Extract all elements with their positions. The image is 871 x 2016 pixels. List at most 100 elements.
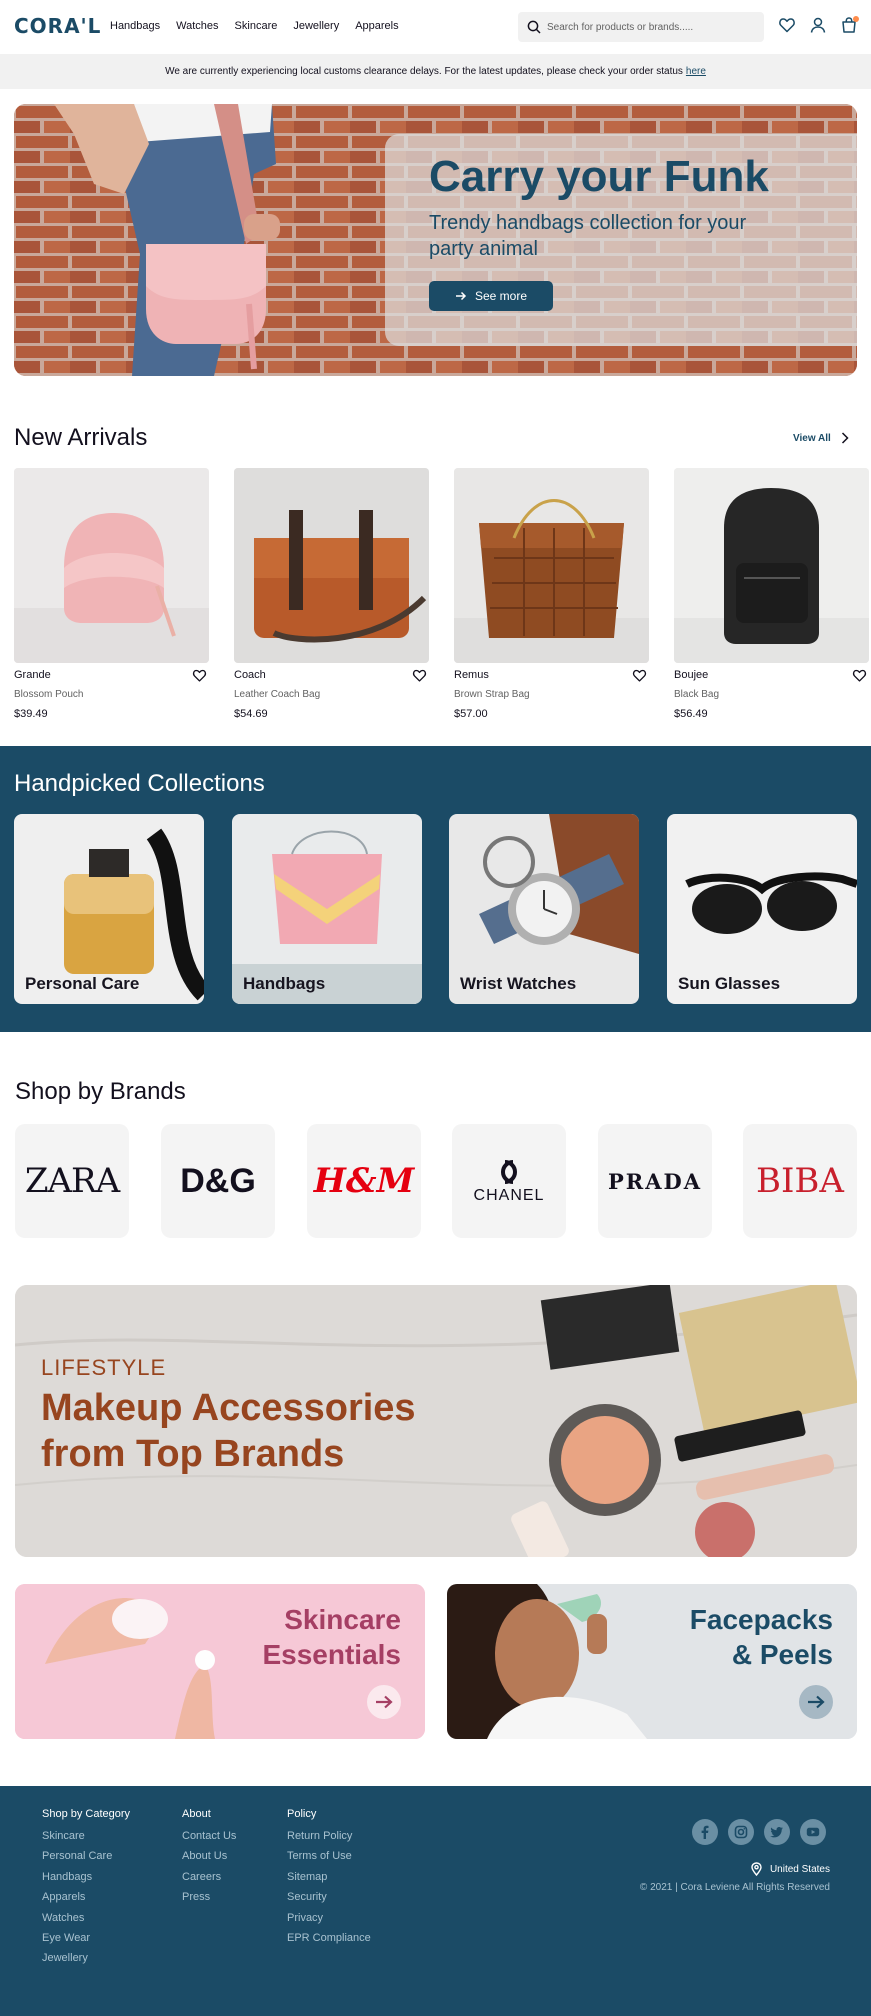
cart-badge [853, 16, 859, 22]
brand-logo: D&G [180, 1161, 256, 1200]
country-selector[interactable]: United States [751, 1862, 830, 1876]
see-more-label: See more [474, 289, 528, 303]
site-footer: Shop by Category Skincare Personal Care … [0, 1786, 871, 2016]
promo-title: Skincare Essentials [262, 1602, 401, 1672]
main-nav: Handbags Watches Skincare Jewellery Appa… [110, 20, 399, 32]
footer-link[interactable]: About Us [182, 1850, 236, 1870]
bag-icon[interactable] [840, 16, 859, 34]
instagram-icon[interactable] [728, 1819, 754, 1845]
product-name: Grande [14, 669, 51, 681]
product-description: Brown Strap Bag [454, 689, 530, 700]
search-input[interactable] [547, 21, 747, 33]
brand-logo: BIBA [756, 1161, 844, 1201]
brand-dg[interactable]: D&G [161, 1124, 275, 1238]
promo-title: Facepacks & Peels [690, 1602, 833, 1672]
view-all-label: View All [793, 432, 831, 444]
heart-icon[interactable] [632, 668, 647, 683]
footer-link[interactable]: Privacy [287, 1912, 371, 1932]
brand-logo-chanel: CHANEL [474, 1157, 545, 1205]
footer-column-category: Shop by Category Skincare Personal Care … [42, 1808, 130, 1973]
brand-chanel[interactable]: CHANEL [452, 1124, 566, 1238]
product-card[interactable]: Boujee Black Bag $56.49 [674, 468, 869, 720]
notice-bar: We are currently experiencing local cust… [0, 54, 871, 89]
footer-link[interactable]: Contact Us [182, 1830, 236, 1850]
footer-link[interactable]: Security [287, 1891, 371, 1911]
hero-title: Carry your Funk [429, 152, 769, 201]
product-image[interactable] [234, 468, 429, 663]
footer-link[interactable]: EPR Compliance [287, 1932, 371, 1952]
footer-link[interactable]: Press [182, 1891, 236, 1911]
footer-link[interactable]: Jewellery [42, 1952, 130, 1972]
brand-zara[interactable]: ZARA [15, 1124, 129, 1238]
brand-prada[interactable]: PRADA [598, 1124, 712, 1238]
notice-link[interactable]: here [686, 66, 706, 77]
search-icon [527, 20, 541, 34]
product-card[interactable]: Coach Leather Coach Bag $54.69 [234, 468, 429, 720]
footer-link[interactable]: Watches [42, 1912, 130, 1932]
brand-logo: PRADA [607, 1168, 703, 1194]
see-more-button[interactable]: See more [429, 281, 553, 311]
heart-icon[interactable] [192, 668, 207, 683]
product-image[interactable] [454, 468, 649, 663]
footer-heading: About [182, 1808, 211, 1820]
collection-card-handbags[interactable]: Handbags [232, 814, 422, 1004]
footer-link[interactable]: Handbags [42, 1871, 130, 1891]
collection-label: Sun Glasses [678, 974, 781, 993]
brand-logo: CHANEL [473, 1187, 545, 1204]
lifestyle-title-line2: from Top Brands [41, 1433, 345, 1475]
facebook-icon[interactable] [692, 1819, 718, 1845]
promo-facepacks[interactable]: Facepacks & Peels [447, 1584, 857, 1739]
brand-biba[interactable]: BIBA [743, 1124, 857, 1238]
nav-item-watches[interactable]: Watches [176, 20, 218, 32]
product-description: Leather Coach Bag [234, 689, 321, 700]
footer-link[interactable]: Sitemap [287, 1871, 371, 1891]
collection-card-sun-glasses[interactable]: Sun Glasses [667, 814, 857, 1004]
product-image[interactable] [674, 468, 869, 663]
twitter-icon[interactable] [764, 1819, 790, 1845]
promo-arrow-button[interactable] [799, 1685, 833, 1719]
footer-heading: Policy [287, 1808, 317, 1820]
footer-link[interactable]: Return Policy [287, 1830, 371, 1850]
footer-link[interactable]: Careers [182, 1871, 236, 1891]
footer-link[interactable]: Skincare [42, 1830, 130, 1850]
promo-skincare[interactable]: Skincare Essentials [15, 1584, 425, 1739]
footer-link[interactable]: Eye Wear [42, 1932, 130, 1952]
copyright-text: © 2021 | Cora Leviene All Rights Reserve… [639, 1882, 830, 1893]
youtube-icon[interactable] [800, 1819, 826, 1845]
footer-link[interactable]: Personal Care [42, 1850, 130, 1870]
product-description: Black Bag [674, 689, 720, 700]
product-card[interactable]: Grande Blossom Pouch $39.49 [14, 468, 209, 720]
nav-item-handbags[interactable]: Handbags [110, 20, 160, 32]
collection-card-personal-care[interactable]: Personal Care [14, 814, 204, 1004]
brand-logo: ZARA [24, 1161, 120, 1201]
collections-title: Handpicked Collections [14, 770, 265, 797]
product-image[interactable] [14, 468, 209, 663]
brands-title: Shop by Brands [15, 1078, 186, 1105]
heart-icon[interactable] [778, 16, 796, 34]
arrow-right-icon [808, 1695, 825, 1709]
nav-item-skincare[interactable]: Skincare [235, 20, 278, 32]
product-card[interactable]: Remus Brown Strap Bag $57.00 [454, 468, 649, 720]
heart-icon[interactable] [852, 668, 867, 683]
promo-arrow-button[interactable] [367, 1685, 401, 1719]
brand-hm[interactable]: H&M [307, 1124, 421, 1238]
nav-item-jewellery[interactable]: Jewellery [293, 20, 339, 32]
view-all-link[interactable]: View All [793, 432, 849, 444]
logo[interactable]: CORA'L [14, 14, 101, 38]
promo-title-line2: & Peels [731, 1639, 833, 1670]
collections-section: Handpicked Collections Personal Care Han… [0, 746, 871, 1032]
footer-link[interactable]: Terms of Use [287, 1850, 371, 1870]
lifestyle-banner[interactable]: LIFESTYLE Makeup Accessories from Top Br… [15, 1285, 857, 1557]
lifestyle-title-line1: Makeup Accessories [41, 1387, 416, 1429]
collection-label: Wrist Watches [460, 974, 577, 993]
heart-icon[interactable] [412, 668, 427, 683]
arrow-right-icon [376, 1695, 393, 1709]
hero-subtitle: Trendy handbags collection for your part… [429, 212, 747, 260]
social-links [692, 1819, 826, 1845]
collection-card-wrist-watches[interactable]: Wrist Watches [449, 814, 639, 1004]
user-icon[interactable] [809, 16, 827, 34]
country-label: United States [769, 1863, 830, 1875]
footer-link[interactable]: Apparels [42, 1891, 130, 1911]
nav-item-apparels[interactable]: Apparels [355, 20, 398, 32]
new-arrivals-title: New Arrivals [14, 424, 148, 451]
